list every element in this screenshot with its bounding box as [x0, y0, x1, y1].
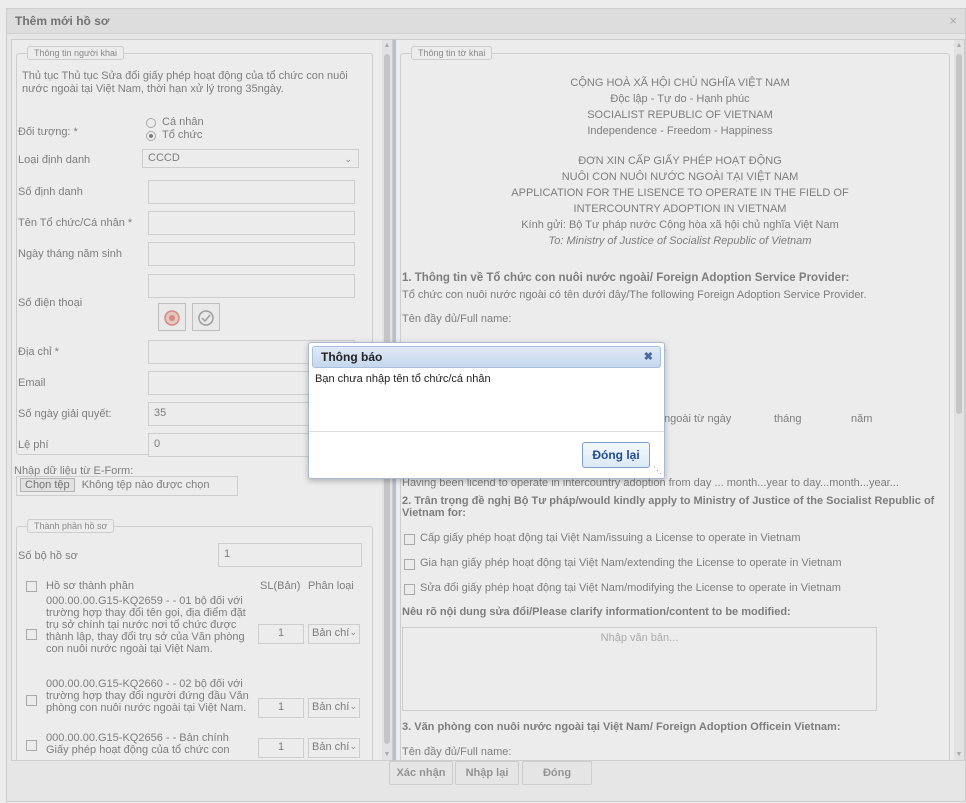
dialog-title: Thông báo — [321, 350, 383, 364]
dialog-ok-button[interactable]: Đóng lại — [582, 442, 650, 468]
dialog-close-icon[interactable]: ✖ — [644, 350, 653, 363]
notification-dialog: Thông báo ✖ Bạn chưa nhập tên tổ chức/cá… — [308, 342, 665, 479]
dialog-message: Bạn chưa nhập tên tổ chức/cá nhân — [315, 373, 491, 385]
dialog-footer: Đóng lại ⋱ — [309, 431, 664, 478]
dialog-header: Thông báo ✖ — [312, 346, 661, 368]
resize-grip-icon[interactable]: ⋱ — [653, 465, 662, 476]
